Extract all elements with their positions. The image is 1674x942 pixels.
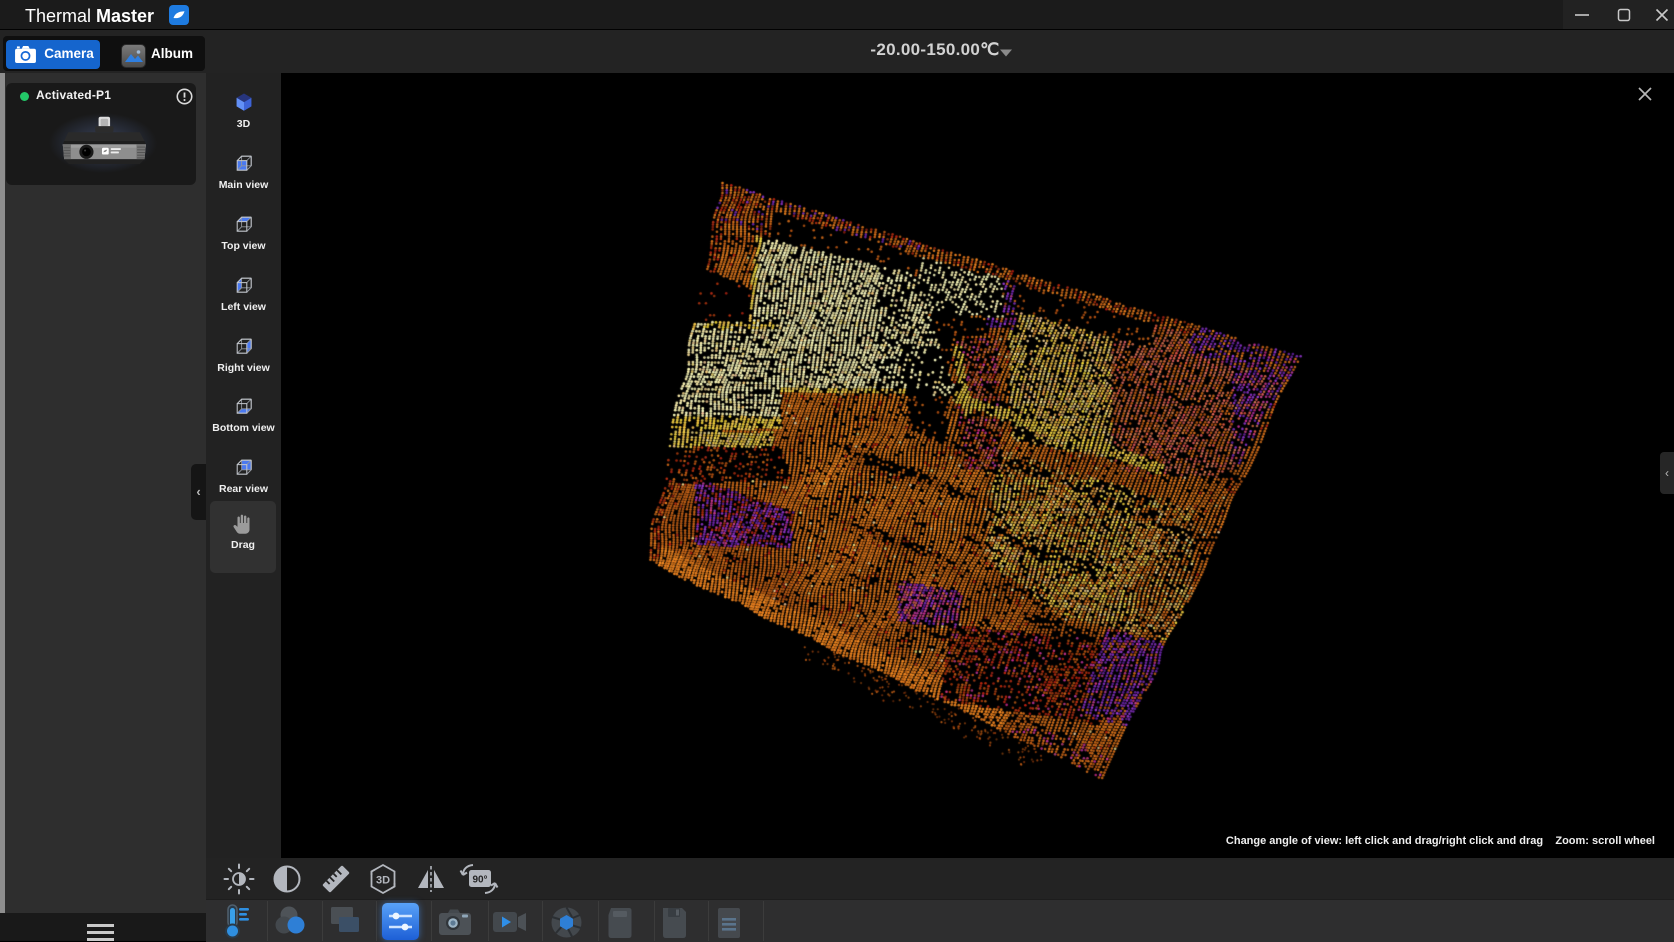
svg-text:3D: 3D <box>376 875 390 887</box>
svg-text:90°: 90° <box>472 875 487 886</box>
